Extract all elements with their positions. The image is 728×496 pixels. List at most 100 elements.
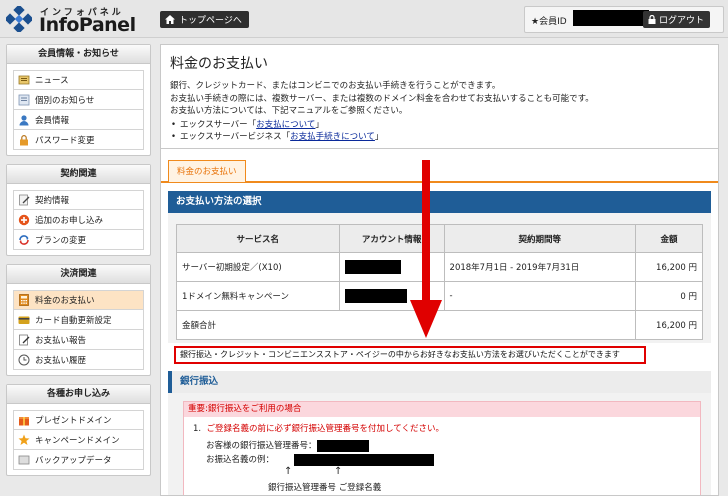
sidebar-item-contract-info[interactable]: 契約情報 — [13, 190, 144, 210]
total-amount: 16,200 円 — [635, 310, 703, 340]
column-header: サービス名 — [176, 224, 340, 253]
table-row: 1ドメイン無料キャンペーン - 0 円 — [176, 281, 703, 311]
column-header: 契約期間等 — [443, 224, 637, 253]
service-cell: サーバー初期設定／(X10) — [176, 252, 340, 282]
warning-text: ご登録名義の前に必ず銀行振込管理番号を付加してください。 — [206, 424, 445, 434]
sidebar-item-plan-change[interactable]: プランの変更 — [13, 230, 144, 250]
header-bar: インフォパネル InfoPanel トップページへ ★会員ID ログアウト — [0, 0, 728, 38]
sidebar-item-label: 追加のお申し込み — [35, 215, 104, 226]
tab-payment[interactable]: 料金のお支払い — [168, 160, 246, 182]
arrow-caption: 銀行振込管理番号 ご登録名義 — [268, 483, 382, 493]
service-cell: 1ドメイン無料キャンペーン — [176, 281, 340, 311]
sidebar-item-payment-report[interactable]: お支払い報告 — [13, 330, 144, 350]
link-prefix: エックスサーバー「 — [180, 119, 257, 130]
main-content: 料金のお支払い 銀行、クレジットカード、またはコンビニでのお支払い手続きを行うこ… — [160, 44, 719, 496]
link-suffix: 」 — [374, 132, 384, 142]
top-page-button[interactable]: トップページへ — [160, 11, 249, 28]
gift-icon — [18, 414, 30, 426]
intro-text: 銀行、クレジットカード、またはコンビニでのお支払い手続きを行うことができます。 — [170, 81, 501, 91]
plus-icon — [18, 214, 30, 226]
member-id-label: ★会員ID — [531, 17, 567, 27]
sidebar-section-title: 各種お申し込み — [7, 385, 150, 404]
sidebar-item-individual-notice[interactable]: 個別のお知らせ — [13, 90, 144, 110]
sidebar-item-label: プランの変更 — [35, 235, 87, 246]
column-header: アカウント情報 — [338, 224, 445, 253]
news-icon — [18, 74, 30, 86]
manual-link-item: エックスサーバービジネス「お支払手続きについて」 — [170, 131, 709, 144]
billing-table: サービス名 アカウント情報 契約期間等 金額 サーバー初期設定／(X10) 20… — [175, 224, 703, 340]
link-suffix: 」 — [315, 119, 324, 130]
bank-warning-box: 重要:銀行振込をご利用の場合 1. ご登録名義の前に必ず銀行振込管理番号を付加し… — [183, 401, 701, 495]
page-title: 料金のお支払い — [170, 56, 268, 72]
user-icon — [18, 114, 30, 126]
tab-bar: 料金のお支払い — [161, 159, 718, 183]
sidebar-item-label: キャンペーンドメイン — [35, 435, 120, 446]
sidebar-section-title: 契約関連 — [7, 165, 150, 184]
period-cell: - — [443, 281, 637, 311]
bank-warning-title: 重要:銀行振込をご利用の場合 — [184, 402, 700, 417]
sidebar-item-campaign-domain[interactable]: キャンペーンドメイン — [13, 430, 144, 450]
notice-icon — [18, 94, 30, 106]
manual-link-payment[interactable]: お支払について — [256, 120, 315, 130]
infopanel-logo[interactable]: インフォパネル InfoPanel — [6, 4, 146, 36]
lock-icon — [648, 15, 656, 24]
section-title: お支払い方法の選択 — [168, 191, 711, 213]
sidebar-section-contract: 契約関連 契約情報 追加のお申し込み プランの変更 — [6, 164, 151, 256]
manual-link-payment-procedure[interactable]: お支払手続きについて — [290, 132, 375, 142]
redacted-transfer-name — [294, 453, 435, 466]
transfer-name-example-row: お振込名義の例： — [206, 453, 435, 466]
bank-warning-item: 1. ご登録名義の前に必ず銀行振込管理番号を付加してください。 — [193, 422, 444, 434]
sidebar-item-label: プレゼントドメイン — [35, 416, 112, 426]
up-arrow-icon: ↑ — [334, 466, 343, 477]
sidebar-item-label: カード自動更新設定 — [35, 315, 112, 326]
member-info: ★会員ID ログアウト — [524, 6, 724, 33]
sidebar-item-card-renewal[interactable]: カード自動更新設定 — [13, 310, 144, 330]
table-row: サーバー初期設定／(X10) 2018年7月1日 - 2019年7月31日 16… — [176, 252, 703, 282]
payment-method-notice: 銀行振込・クレジット・コンビニエンスストア・ペイジーの中からお好きなお支払い方法… — [174, 346, 646, 364]
refresh-icon — [18, 234, 30, 246]
redacted-management-number — [316, 439, 369, 452]
table-total-row: 金額合計 16,200 円 — [175, 310, 703, 340]
period-cell: 2018年7月1日 - 2019年7月31日 — [443, 252, 637, 282]
intro-panel: 料金のお支払い 銀行、クレジットカード、またはコンビニでのお支払い手続きを行うこ… — [161, 45, 718, 149]
clock-icon — [18, 354, 30, 366]
sidebar-item-payment-history[interactable]: お支払い履歴 — [13, 350, 144, 370]
logo-title: InfoPanel — [39, 14, 136, 36]
sidebar-item-news[interactable]: ニュース — [13, 70, 144, 90]
sidebar-item-label: 料金のお支払い — [35, 296, 95, 306]
manual-link-list: エックスサーバー「お支払について」 エックスサーバービジネス「お支払手続きについ… — [170, 119, 709, 144]
management-number-label: お客様の銀行振込管理番号： — [206, 441, 317, 451]
logo-icon — [6, 6, 32, 32]
column-header: 金額 — [635, 224, 703, 253]
account-cell — [338, 252, 445, 282]
sidebar-item-password[interactable]: パスワード変更 — [13, 130, 144, 150]
sidebar-section-title: 会員情報・お知らせ — [7, 45, 150, 64]
warning-number: 1. — [193, 424, 202, 434]
redacted-account — [344, 260, 401, 274]
sidebar-item-label: 会員情報 — [35, 115, 70, 126]
sidebar-item-label: 契約情報 — [35, 196, 70, 206]
logout-button[interactable]: ログアウト — [643, 11, 711, 28]
card-icon — [18, 314, 30, 326]
logout-label: ログアウト — [659, 16, 705, 26]
redacted-account — [344, 289, 407, 303]
lock-icon — [18, 134, 30, 146]
manual-link-item: エックスサーバー「お支払について」 — [170, 119, 709, 132]
sidebar-item-present-domain[interactable]: プレゼントドメイン — [13, 410, 144, 430]
bank-transfer-title: 銀行振込 — [168, 371, 711, 393]
sidebar-item-label: パスワード変更 — [35, 135, 95, 146]
sidebar-item-payment[interactable]: 料金のお支払い — [13, 290, 144, 310]
sidebar-item-member-info[interactable]: 会員情報 — [13, 110, 144, 130]
sidebar-item-backup-data[interactable]: バックアップデータ — [13, 450, 144, 470]
sidebar-item-add-order[interactable]: 追加のお申し込み — [13, 210, 144, 230]
sidebar-item-label: バックアップデータ — [35, 455, 112, 466]
intro-text: お支払い方法については、下記マニュアルをご参照ください。 — [170, 106, 408, 116]
contract-icon — [18, 194, 30, 206]
sidebar-section-payment: 決済関連 料金のお支払い カード自動更新設定 お支払い報告 お支払い履歴 — [6, 264, 151, 376]
sidebar: 会員情報・お知らせ ニュース 個別のお知らせ 会員情報 パスワード変更 契約関連 — [6, 44, 151, 484]
home-icon — [165, 15, 175, 24]
sidebar-section-title: 決済関連 — [7, 265, 150, 284]
top-page-label: トップページへ — [179, 16, 242, 26]
sidebar-section-applications: 各種お申し込み プレゼントドメイン キャンペーンドメイン バックアップデータ — [6, 384, 151, 476]
total-label: 金額合計 — [175, 310, 637, 340]
